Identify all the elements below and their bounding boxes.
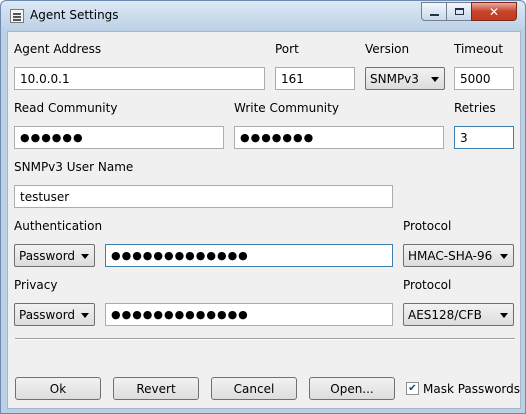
privacy-mode-select[interactable]: Password	[14, 303, 95, 326]
open-button-label: Open...	[330, 381, 374, 396]
authentication-password-input[interactable]: ●●●●●●●●●●●●●	[105, 244, 393, 267]
chevron-down-icon	[431, 77, 439, 82]
chevron-down-icon	[81, 313, 89, 318]
divider	[15, 338, 515, 340]
snmpv3-user-name-label: SNMPv3 User Name	[14, 160, 134, 174]
auth-protocol-label: Protocol	[403, 219, 452, 233]
dialog-body: Agent Address Port Version Timeout 10.0.…	[7, 31, 521, 409]
mask-passwords-checkbox[interactable]: ✔	[406, 382, 419, 395]
version-label: Version	[365, 42, 410, 56]
timeout-label: Timeout	[454, 42, 504, 56]
privacy-mode-value: Password	[19, 308, 76, 322]
timeout-input[interactable]: 5000	[454, 67, 514, 90]
write-community-label: Write Community	[234, 101, 339, 115]
snmpv3-user-name-input[interactable]: testuser	[14, 185, 393, 208]
version-select-value: SNMPv3	[370, 72, 419, 86]
window-title: Agent Settings	[30, 8, 119, 22]
checkmark-icon: ✔	[408, 383, 417, 394]
chevron-down-icon	[500, 313, 508, 318]
chevron-down-icon	[500, 254, 508, 259]
read-community-input[interactable]: ●●●●●●	[14, 126, 224, 149]
cancel-button[interactable]: Cancel	[211, 377, 297, 400]
revert-button[interactable]: Revert	[113, 377, 199, 400]
retries-label: Retries	[454, 101, 496, 115]
title-bar[interactable]: Agent Settings ✕	[1, 1, 525, 31]
priv-protocol-label: Protocol	[403, 278, 452, 292]
privacy-label: Privacy	[14, 278, 58, 292]
open-button[interactable]: Open...	[309, 377, 395, 400]
close-icon: ✕	[488, 4, 500, 19]
priv-protocol-select[interactable]: AES128/CFB	[403, 303, 514, 326]
maximize-button[interactable]	[446, 2, 472, 21]
revert-button-label: Revert	[136, 381, 176, 396]
ok-button[interactable]: Ok	[15, 377, 101, 400]
close-button[interactable]: ✕	[471, 2, 517, 21]
auth-protocol-value: HMAC-SHA-96	[408, 249, 493, 263]
port-input[interactable]: 161	[275, 67, 355, 90]
authentication-label: Authentication	[14, 219, 103, 233]
authentication-mode-select[interactable]: Password	[14, 244, 95, 267]
app-window-icon	[10, 9, 24, 23]
port-label: Port	[275, 42, 299, 56]
agent-settings-window: Agent Settings ✕ Agent Address Port Vers…	[0, 0, 526, 414]
auth-protocol-select[interactable]: HMAC-SHA-96	[403, 244, 514, 267]
write-community-input[interactable]: ●●●●●●●	[234, 126, 444, 149]
minimize-button[interactable]	[421, 2, 447, 21]
version-select[interactable]: SNMPv3	[365, 67, 445, 90]
priv-protocol-value: AES128/CFB	[408, 308, 482, 322]
agent-address-input[interactable]: 10.0.0.1	[14, 67, 265, 90]
privacy-password-input[interactable]: ●●●●●●●●●●●●●	[105, 303, 393, 326]
maximize-icon	[454, 8, 464, 15]
agent-address-label: Agent Address	[14, 42, 102, 56]
read-community-label: Read Community	[14, 101, 118, 115]
mask-passwords-label[interactable]: Mask Passwords	[423, 382, 520, 396]
authentication-mode-value: Password	[19, 249, 76, 263]
retries-input[interactable]: 3	[454, 126, 514, 149]
ok-button-label: Ok	[49, 381, 67, 396]
minimize-icon	[429, 13, 439, 16]
chevron-down-icon	[81, 254, 89, 259]
cancel-button-label: Cancel	[233, 381, 275, 396]
